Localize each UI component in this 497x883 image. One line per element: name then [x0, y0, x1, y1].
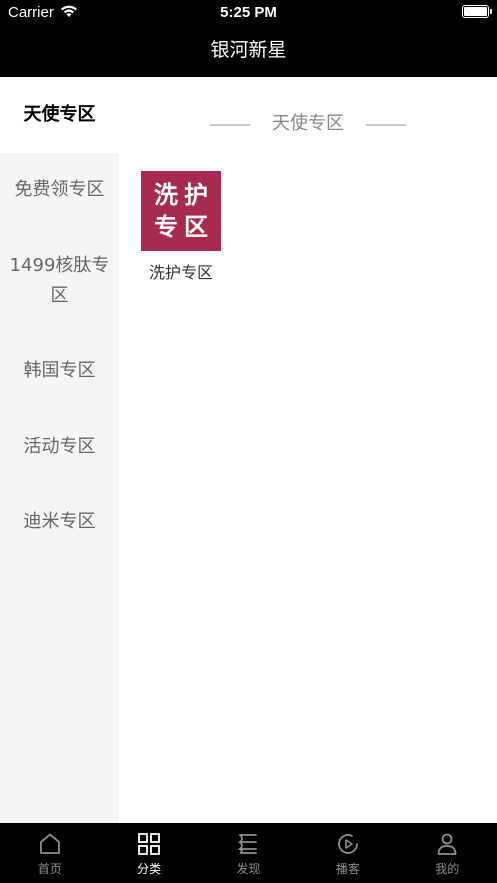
tab-home[interactable]: 首页 [0, 823, 99, 883]
section-title: 天使专区 [272, 113, 344, 134]
category-content: 天使专区 洗护 专区 洗护专区 [119, 77, 497, 823]
sidebar-item-1499-peptide-zone[interactable]: 1499核肽专区 [0, 251, 119, 311]
tab-label: 首页 [37, 862, 62, 876]
product-label: 洗护专区 [148, 263, 213, 282]
battery-icon [462, 5, 492, 18]
sidebar-item-korea-zone[interactable]: 韩国专区 [0, 356, 119, 386]
product-image: 洗护 专区 [141, 171, 221, 251]
sidebar-item-label: 免费领专区 [14, 179, 105, 200]
tab-label: 播客 [335, 862, 360, 876]
podcast-icon [338, 834, 358, 854]
page-title: 银河新星 [210, 39, 287, 61]
tab-label: 发现 [236, 862, 261, 876]
tab-category[interactable]: 分类 [99, 823, 198, 883]
grid-icon [138, 833, 160, 855]
discover-icon [238, 834, 258, 854]
tab-bar: 首页 分类 发现 播客 我的 [0, 823, 497, 883]
tab-label: 分类 [137, 862, 162, 876]
sidebar-item-free-zone[interactable]: 免费领专区 [0, 175, 119, 205]
home-icon [39, 833, 60, 854]
tab-label: 我的 [435, 862, 460, 876]
product-image-text: 洗护 [154, 181, 214, 209]
sidebar-item-label: 活动专区 [23, 436, 96, 457]
status-bar: Carrier 5:25 PM [0, 0, 497, 26]
tab-profile[interactable]: 我的 [398, 823, 497, 883]
category-sidebar: 天使专区 免费领专区 1499核肽专区 韩国专区 活动专区 迪米专区 [0, 77, 119, 823]
sidebar-item-label: 天使专区 [23, 104, 96, 125]
section-header: 天使专区 [119, 111, 497, 137]
tab-discover[interactable]: 发现 [199, 823, 298, 883]
nav-bar: 银河新星 [0, 26, 497, 77]
product-image-text: 专区 [154, 213, 214, 241]
status-time: 5:25 PM [220, 4, 277, 21]
sidebar-item-angel-zone[interactable]: 天使专区 [0, 77, 119, 153]
sidebar-item-label: 韩国专区 [23, 360, 96, 381]
tab-podcast[interactable]: 播客 [298, 823, 397, 883]
divider [366, 124, 406, 126]
product-card-wash-care[interactable]: 洗护 专区 洗护专区 [141, 171, 223, 283]
sidebar-item-dimi-zone[interactable]: 迪米专区 [0, 507, 119, 537]
sidebar-item-activity-zone[interactable]: 活动专区 [0, 432, 119, 462]
sidebar-item-label: 1499核肽专区 [9, 255, 110, 306]
profile-icon [437, 833, 457, 855]
sidebar-item-label: 迪米专区 [23, 511, 96, 532]
